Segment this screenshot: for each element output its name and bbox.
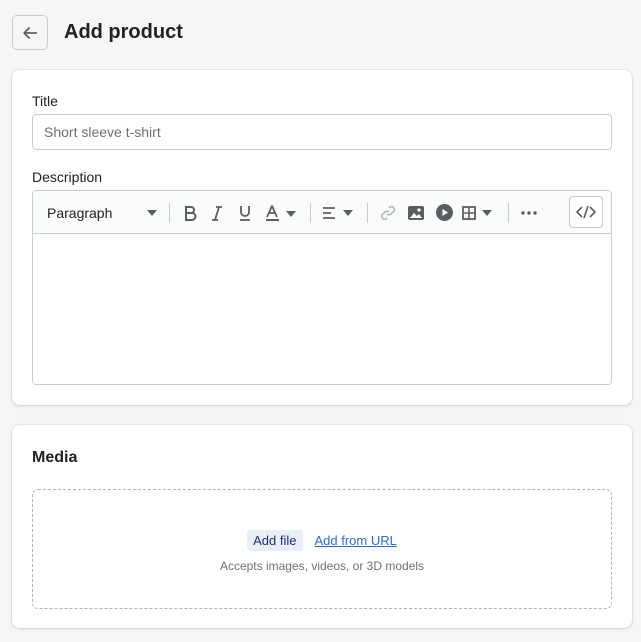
table-icon bbox=[462, 205, 494, 220]
italic-icon bbox=[211, 205, 223, 221]
description-label: Description bbox=[32, 169, 103, 185]
text-color-icon bbox=[265, 204, 297, 221]
caret-down-icon bbox=[147, 209, 157, 216]
title-label: Title bbox=[32, 93, 58, 109]
bold-icon bbox=[183, 205, 197, 221]
video-icon bbox=[435, 204, 453, 221]
image-icon bbox=[408, 205, 424, 220]
arrow-left-icon bbox=[21, 24, 39, 42]
title-input[interactable] bbox=[32, 114, 612, 150]
toolbar-divider bbox=[367, 203, 368, 223]
align-icon bbox=[322, 206, 354, 220]
code-icon bbox=[576, 205, 596, 219]
toolbar-divider bbox=[169, 203, 170, 223]
toolbar-divider bbox=[508, 203, 509, 223]
media-title: Media bbox=[32, 449, 78, 466]
italic-button[interactable] bbox=[206, 191, 228, 234]
page-header: Add product bbox=[12, 15, 183, 50]
add-file-button[interactable]: Add file bbox=[247, 530, 303, 551]
align-button[interactable] bbox=[320, 191, 356, 234]
add-from-url-link[interactable]: Add from URL bbox=[315, 533, 397, 548]
media-card: Media Add file Add from URL Accepts imag… bbox=[12, 425, 632, 628]
toolbar-divider bbox=[310, 203, 311, 223]
text-color-button[interactable] bbox=[263, 191, 299, 234]
paragraph-format-select[interactable]: Paragraph bbox=[41, 191, 161, 234]
table-button[interactable] bbox=[460, 191, 496, 234]
underline-button[interactable] bbox=[234, 191, 256, 234]
page-title: Add product bbox=[64, 21, 183, 43]
underline-icon bbox=[238, 205, 252, 221]
description-editor: Paragraph bbox=[32, 190, 612, 385]
dropzone-actions: Add file Add from URL bbox=[33, 530, 611, 551]
editor-toolbar: Paragraph bbox=[33, 191, 611, 234]
back-button[interactable] bbox=[12, 15, 48, 50]
media-dropzone[interactable]: Add file Add from URL Accepts images, vi… bbox=[32, 489, 612, 609]
more-button[interactable] bbox=[517, 191, 541, 234]
format-select-value: Paragraph bbox=[47, 204, 113, 221]
image-button[interactable] bbox=[404, 191, 428, 234]
bold-button[interactable] bbox=[179, 191, 201, 234]
show-html-button[interactable] bbox=[569, 196, 603, 228]
dropzone-hint: Accepts images, videos, or 3D models bbox=[219, 559, 425, 573]
link-button[interactable] bbox=[376, 191, 400, 234]
video-button[interactable] bbox=[432, 191, 456, 234]
link-icon bbox=[380, 205, 396, 221]
description-textarea[interactable] bbox=[33, 234, 611, 384]
more-icon bbox=[521, 210, 537, 215]
product-details-card: Title Description Paragraph bbox=[12, 70, 632, 405]
